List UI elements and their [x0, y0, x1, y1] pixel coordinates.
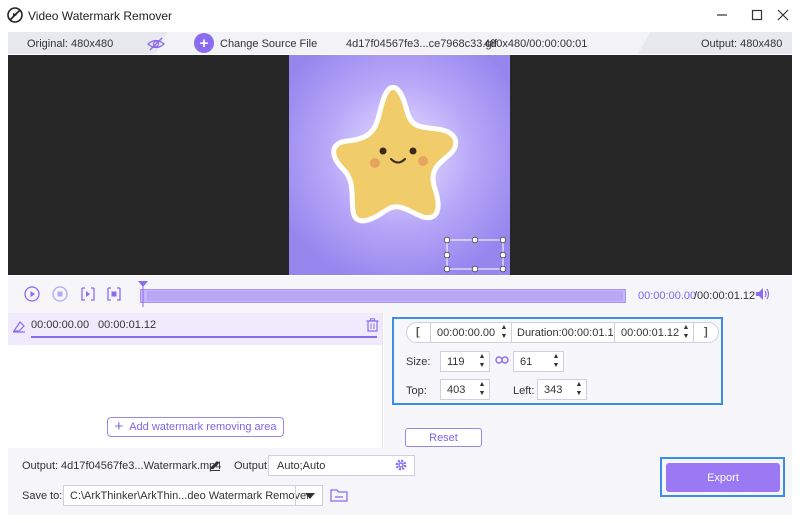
output-file-name: 4d17f04567fe3...Watermark.mp4: [61, 460, 222, 472]
eraser-icon: [12, 319, 26, 336]
width-field[interactable]: 119 ▲ ▼: [440, 351, 490, 372]
size-label: Size:: [406, 356, 431, 368]
output-format-field[interactable]: Auto;Auto: [268, 455, 415, 476]
play-icon[interactable]: [24, 286, 40, 302]
export-button[interactable]: Export: [666, 463, 780, 492]
end-time-field[interactable]: 00:00:01.12 ▲ ▼: [614, 322, 694, 343]
timeline-clip[interactable]: [147, 291, 623, 301]
plus-icon: +: [114, 418, 124, 435]
stop-icon[interactable]: [52, 286, 68, 302]
width-value: 119: [447, 355, 465, 368]
left-label: Left:: [513, 385, 535, 397]
volume-icon[interactable]: [755, 287, 771, 304]
end-time-value: 00:00:01.12: [621, 326, 680, 339]
save-to-label: Save to:: [22, 490, 63, 502]
preview-frame: [289, 55, 510, 275]
trash-icon[interactable]: [366, 318, 379, 335]
left-value: 343: [544, 383, 563, 396]
top-value: 403: [447, 383, 466, 396]
snapshot-icon[interactable]: [106, 286, 122, 302]
set-end-button[interactable]: ]: [704, 326, 708, 338]
gear-icon[interactable]: [394, 458, 408, 475]
folder-icon[interactable]: [330, 488, 348, 505]
playhead-icon[interactable]: [138, 281, 148, 310]
start-time-field[interactable]: 00:00:00.00 ▲ ▼: [430, 322, 512, 343]
area-end-time: 00:00:01.12: [98, 319, 157, 331]
reset-button[interactable]: Reset: [405, 428, 482, 447]
app-logo-icon: [7, 7, 23, 23]
height-field[interactable]: 61 ▲ ▼: [513, 351, 564, 372]
edit-pencil-icon[interactable]: [209, 459, 221, 474]
output-format-label: Output:: [234, 460, 271, 472]
start-time-stepper[interactable]: ▲ ▼: [499, 324, 509, 341]
end-time-stepper[interactable]: ▲ ▼: [681, 324, 691, 341]
top-label: Top:: [406, 385, 427, 397]
left-stepper[interactable]: ▲ ▼: [574, 381, 584, 398]
window-title: Video Watermark Remover: [28, 9, 173, 23]
top-field[interactable]: 403 ▲ ▼: [440, 379, 490, 400]
add-area-label: Add watermark removing area: [129, 421, 277, 433]
height-value: 61: [520, 355, 533, 368]
height-stepper[interactable]: ▲ ▼: [551, 353, 561, 370]
chevron-down-icon[interactable]: [295, 485, 323, 506]
duration-label: Duration:00:00:01.12: [517, 327, 620, 339]
width-stepper[interactable]: ▲ ▼: [477, 353, 487, 370]
change-source-button[interactable]: Change Source File: [220, 38, 317, 50]
area-start-time: 00:00:00.00: [31, 319, 90, 331]
start-time-value: 00:00:00.00: [437, 326, 496, 339]
original-size-label: Original: 480x480: [27, 38, 114, 50]
next-frame-icon[interactable]: [80, 286, 96, 302]
set-start-button[interactable]: [: [416, 326, 420, 338]
maximize-button[interactable]: [746, 5, 768, 25]
left-field[interactable]: 343 ▲ ▼: [537, 379, 587, 400]
area-duration-bar: [31, 336, 377, 338]
close-button[interactable]: [772, 5, 794, 25]
source-file-info: 480x480/00:00:00:01: [484, 38, 588, 50]
output-name-label: Output:: [22, 460, 59, 472]
minimize-button[interactable]: [711, 5, 733, 25]
source-file-name: 4d17f04567fe3...ce7968c33.gif: [346, 38, 498, 50]
add-area-button[interactable]: + Add watermark removing area: [107, 417, 284, 437]
top-stepper[interactable]: ▲ ▼: [477, 381, 487, 398]
change-source-plus-icon[interactable]: +: [194, 33, 214, 53]
total-time: /00:00:01.12: [694, 290, 756, 302]
current-time: 00:00:00.00: [638, 290, 697, 302]
output-size-label: Output: 480x480: [701, 38, 783, 50]
link-icon[interactable]: [495, 354, 509, 369]
eye-hidden-icon[interactable]: [147, 37, 165, 54]
save-path-field[interactable]: C:\ArkThinker\ArkThin...deo Watermark Re…: [63, 485, 323, 506]
